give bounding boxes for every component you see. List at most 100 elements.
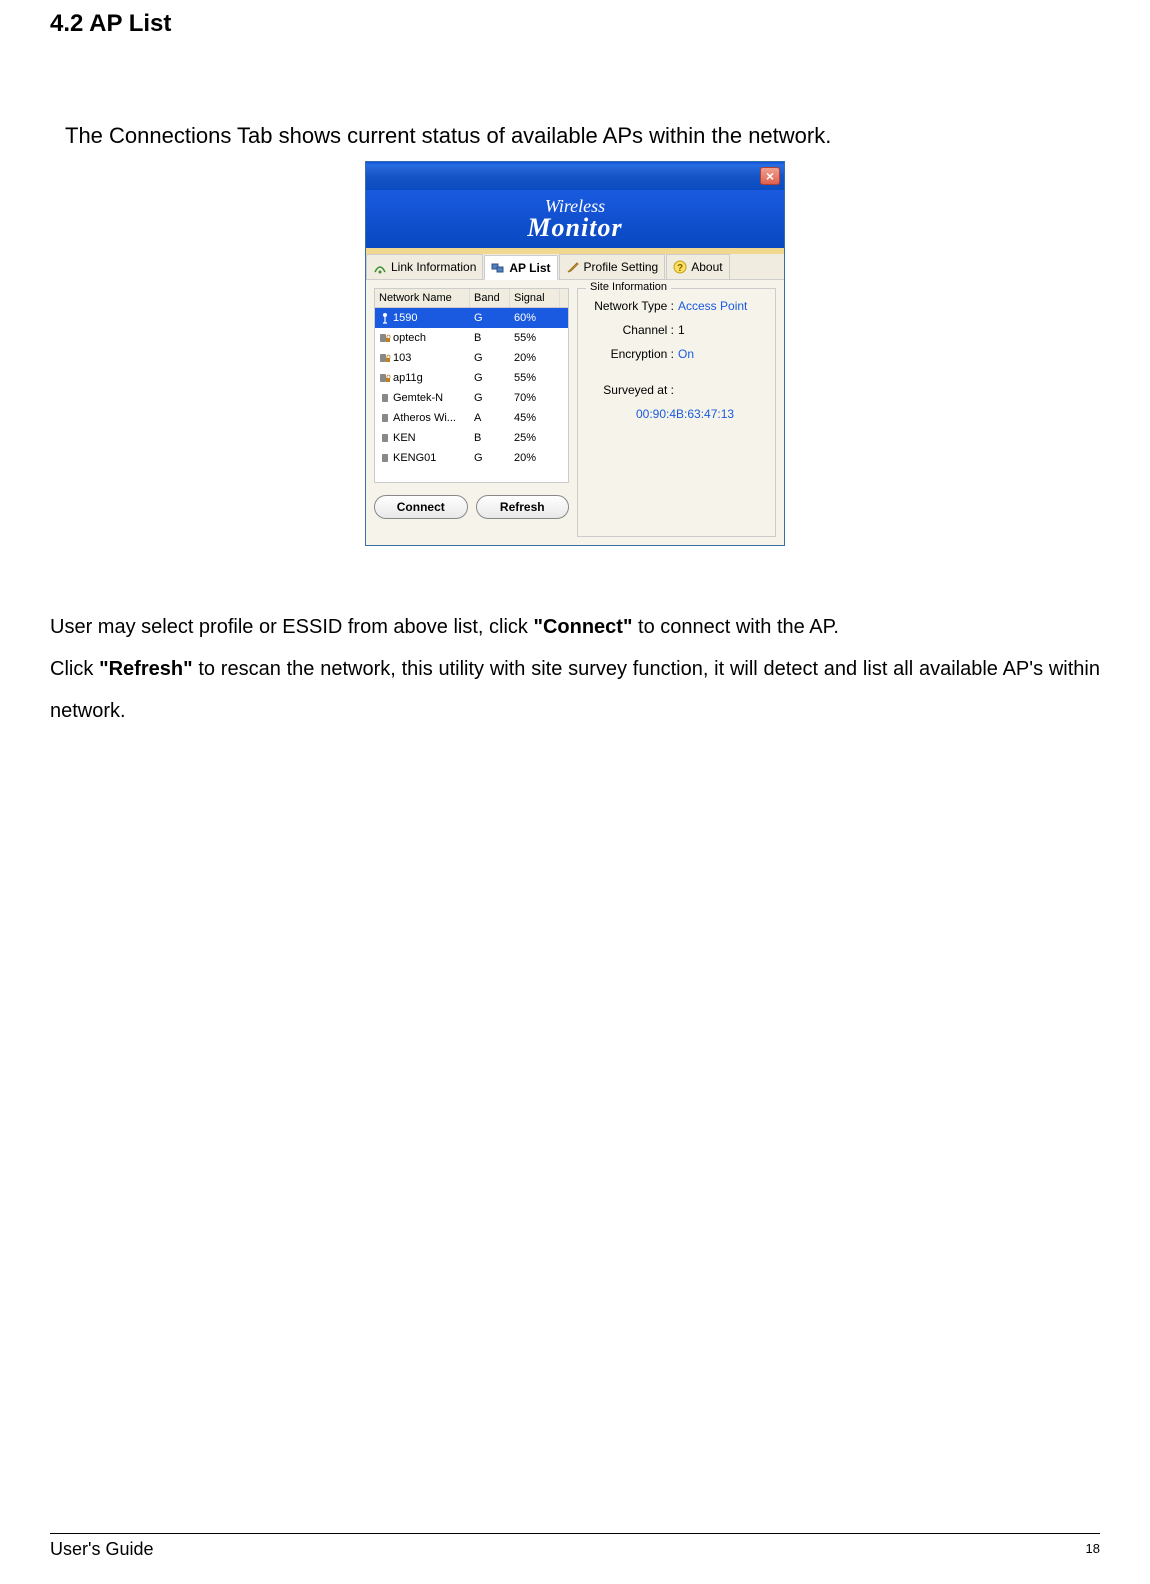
col-network-name[interactable]: Network Name <box>375 289 470 307</box>
text-fragment: Click <box>50 658 99 680</box>
cell-band: G <box>470 452 510 464</box>
section-title: 4.2 AP List <box>50 10 1100 38</box>
cell-band: G <box>470 352 510 364</box>
list-body: 1590G60%optechB55%103G20%ap11gG55%Gemtek… <box>374 308 569 483</box>
network-name-text: 1590 <box>393 312 417 324</box>
ap-locked-icon <box>379 352 391 364</box>
cell-signal: 45% <box>510 412 560 424</box>
cell-band: G <box>470 392 510 404</box>
info-panel-title: Site Information <box>586 281 671 293</box>
text-fragment: User may select profile or ESSID from ab… <box>50 616 533 638</box>
titlebar: × <box>366 162 784 190</box>
cell-network-name: Atheros Wi... <box>375 412 470 424</box>
ap-icon <box>379 392 391 404</box>
connect-keyword: "Connect" <box>533 616 632 638</box>
pencil-icon <box>566 260 580 274</box>
help-icon: ? <box>673 260 687 274</box>
tab-about[interactable]: ? About <box>666 254 729 279</box>
network-name-text: 103 <box>393 352 411 364</box>
network-name-text: KENG01 <box>393 452 436 464</box>
connect-button[interactable]: Connect <box>374 495 468 519</box>
channel-value: 1 <box>678 323 685 337</box>
tab-profile-setting[interactable]: Profile Setting <box>559 254 666 279</box>
info-row-encryption: Encryption : On <box>586 347 767 361</box>
text-fragment: to rescan the network, this utility with… <box>50 658 1100 722</box>
cell-signal: 55% <box>510 372 560 384</box>
info-row-surveyed: Surveyed at : <box>586 383 767 397</box>
intro-text: The Connections Tab shows current status… <box>65 123 1100 149</box>
encryption-value: On <box>678 347 694 361</box>
computers-icon <box>491 261 505 275</box>
cell-band: B <box>470 432 510 444</box>
cell-signal: 20% <box>510 352 560 364</box>
footer-divider <box>50 1533 1100 1534</box>
cell-band: G <box>470 312 510 324</box>
cell-network-name: 1590 <box>375 312 470 324</box>
table-row[interactable]: Gemtek-N G70% <box>375 388 568 408</box>
table-row[interactable]: 1590G60% <box>375 308 568 328</box>
ap-icon <box>379 452 391 464</box>
tab-ap-list[interactable]: AP List <box>484 255 557 280</box>
table-row[interactable]: KEN B25% <box>375 428 568 448</box>
col-band[interactable]: Band <box>470 289 510 307</box>
main-area: Network Name Band Signal 1590G60%optechB… <box>366 280 784 545</box>
network-name-text: Atheros Wi... <box>393 412 456 424</box>
ap-locked-icon <box>379 372 391 384</box>
network-type-value: Access Point <box>678 299 747 313</box>
logo-area: Wireless Monitor <box>366 190 784 248</box>
table-row[interactable]: ap11gG55% <box>375 368 568 388</box>
ap-icon <box>379 432 391 444</box>
info-row-channel: Channel : 1 <box>586 323 767 337</box>
network-name-text: Gemtek-N <box>393 392 443 404</box>
cell-signal: 25% <box>510 432 560 444</box>
tab-label: Profile Setting <box>584 260 659 274</box>
network-type-label: Network Type : <box>586 299 678 313</box>
network-name-text: KEN <box>393 432 416 444</box>
cell-signal: 70% <box>510 392 560 404</box>
cell-band: A <box>470 412 510 424</box>
channel-label: Channel : <box>586 323 678 337</box>
col-signal[interactable]: Signal <box>510 289 560 307</box>
cell-network-name: KENG01 <box>375 452 470 464</box>
encryption-label: Encryption : <box>586 347 678 361</box>
paragraph-1: User may select profile or ESSID from ab… <box>50 606 1100 648</box>
mac-value: 00:90:4B:63:47:13 <box>636 407 767 421</box>
refresh-button[interactable]: Refresh <box>476 495 570 519</box>
table-row[interactable]: optech B55% <box>375 328 568 348</box>
ap-icon <box>379 412 391 424</box>
network-name-text: optech <box>393 332 426 344</box>
cell-network-name: ap11g <box>375 372 470 384</box>
cell-band: G <box>470 372 510 384</box>
list-header: Network Name Band Signal <box>374 288 569 308</box>
ap-list-panel: Network Name Band Signal 1590G60%optechB… <box>374 288 569 537</box>
tab-label: About <box>691 260 722 274</box>
cell-network-name: Gemtek-N <box>375 392 470 404</box>
cell-band: B <box>470 332 510 344</box>
body-text: User may select profile or ESSID from ab… <box>50 606 1100 732</box>
table-row[interactable]: Atheros Wi... A45% <box>375 408 568 428</box>
table-row[interactable]: KENG01 G20% <box>375 448 568 468</box>
surveyed-label: Surveyed at : <box>586 383 678 397</box>
tabs: Link Information AP List Profile Setting… <box>366 254 784 280</box>
close-button[interactable]: × <box>760 167 780 185</box>
text-fragment: to connect with the AP. <box>632 616 838 638</box>
svg-text:?: ? <box>677 263 683 274</box>
cell-signal: 20% <box>510 452 560 464</box>
cell-signal: 55% <box>510 332 560 344</box>
tab-link-information[interactable]: Link Information <box>366 254 483 279</box>
cell-network-name: KEN <box>375 432 470 444</box>
footer-guide: User's Guide <box>50 1539 153 1560</box>
logo-bottom: Monitor <box>527 215 622 241</box>
paragraph-2: Click "Refresh" to rescan the network, t… <box>50 648 1100 732</box>
table-row[interactable]: 103 G20% <box>375 348 568 368</box>
cell-network-name: optech <box>375 332 470 344</box>
wireless-monitor-window: × Wireless Monitor Link Information AP L… <box>365 161 785 546</box>
close-icon: × <box>766 168 774 184</box>
info-row-network-type: Network Type : Access Point <box>586 299 767 313</box>
app-logo: Wireless Monitor <box>527 197 622 241</box>
signal-icon <box>373 260 387 274</box>
buttons-row: Connect Refresh <box>374 495 569 519</box>
tab-label: AP List <box>509 261 550 275</box>
page-number: 18 <box>1086 1541 1100 1556</box>
site-information-panel: Site Information Network Type : Access P… <box>577 288 776 537</box>
